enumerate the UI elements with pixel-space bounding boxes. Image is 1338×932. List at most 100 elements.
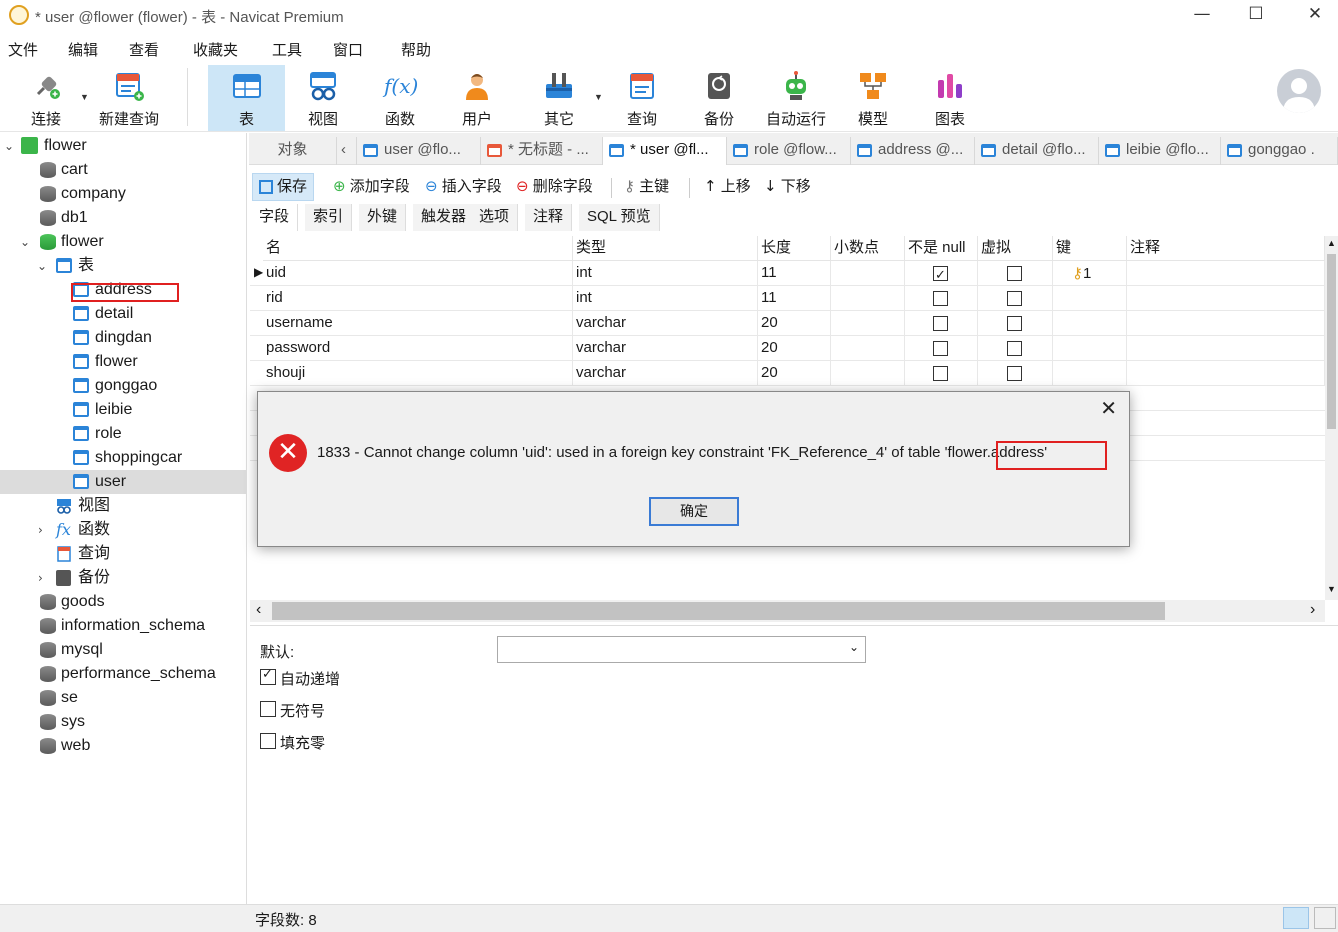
default-select[interactable]: ⌄	[497, 636, 866, 663]
virtual-checkbox[interactable]	[1007, 291, 1022, 306]
tree-db-mysql[interactable]: mysql	[0, 638, 246, 662]
tab-options[interactable]: 选项	[471, 204, 519, 231]
menu-tools[interactable]: 工具	[272, 39, 302, 60]
maximize-button[interactable]: ☐	[1233, 0, 1279, 30]
virtual-checkbox[interactable]	[1007, 341, 1022, 356]
chevron-down-icon[interactable]: ⌄	[20, 230, 30, 254]
ok-button[interactable]: 确定	[649, 497, 739, 526]
tab-leibie[interactable]: leibie @flo...	[1099, 137, 1221, 165]
auto-increment-checkbox[interactable]: ✓	[260, 667, 276, 685]
chevron-right-icon[interactable]: ›	[38, 518, 43, 542]
backup-button[interactable]: 备份	[691, 65, 747, 131]
chevron-down-icon[interactable]: ⌄	[37, 254, 47, 278]
tree-table-dingdan[interactable]: dingdan	[0, 326, 246, 350]
other-button[interactable]: 其它	[530, 65, 588, 131]
zerofill-checkbox[interactable]	[260, 733, 276, 749]
tree-table-role[interactable]: role	[0, 422, 246, 446]
column-header-name[interactable]: 名	[263, 236, 573, 261]
layout-split-icon[interactable]	[1283, 907, 1309, 929]
close-button[interactable]: ✕	[1292, 0, 1338, 30]
table-row[interactable]: shouji varchar 20	[250, 361, 1325, 386]
tree-table-detail[interactable]: detail	[0, 302, 246, 326]
tab-gonggao[interactable]: gonggao .	[1221, 137, 1338, 165]
connect-dropdown-icon[interactable]: ▼	[80, 92, 89, 102]
tree-views-node[interactable]: 视图	[0, 494, 246, 518]
column-header-decimal[interactable]: 小数点	[831, 236, 905, 261]
minimize-button[interactable]: —	[1179, 0, 1225, 30]
tree-functions-node[interactable]: › fx 函数	[0, 518, 246, 542]
virtual-checkbox[interactable]	[1007, 266, 1022, 281]
view-button[interactable]: 视图	[295, 65, 351, 131]
tree-db-flower[interactable]: ⌄ flower	[0, 230, 246, 254]
not-null-checkbox[interactable]	[933, 291, 948, 306]
layout-single-icon[interactable]	[1314, 907, 1336, 929]
insert-field-button[interactable]: ⊖ 插入字段	[425, 173, 502, 201]
tree-tables-node[interactable]: ⌄ 表	[0, 254, 246, 278]
chart-button[interactable]: 图表	[922, 65, 978, 131]
delete-field-button[interactable]: ⊖ 删除字段	[516, 173, 593, 201]
tree-table-user[interactable]: user	[0, 470, 246, 494]
tree-connection-flower[interactable]: ⌄ flower	[0, 134, 246, 158]
tab-comments[interactable]: 注释	[525, 204, 573, 231]
chevron-right-icon[interactable]: ›	[38, 566, 43, 590]
not-null-checkbox[interactable]	[933, 264, 948, 288]
scroll-right-icon[interactable]: ›	[1310, 601, 1315, 619]
column-header-key[interactable]: 键	[1053, 236, 1127, 261]
tree-db-information-schema[interactable]: information_schema	[0, 614, 246, 638]
save-button[interactable]: 保存	[252, 173, 315, 201]
tree-db-company[interactable]: company	[0, 182, 246, 206]
tree-db-web[interactable]: web	[0, 734, 246, 758]
scroll-down-icon[interactable]: ▼	[1327, 584, 1336, 594]
tree-db-cart[interactable]: cart	[0, 158, 246, 182]
other-dropdown-icon[interactable]: ▼	[594, 92, 603, 102]
table-row[interactable]: username varchar 20	[250, 311, 1325, 336]
table-row[interactable]: rid int 11	[250, 286, 1325, 311]
virtual-checkbox[interactable]	[1007, 316, 1022, 331]
chevron-down-icon[interactable]: ⌄	[4, 134, 14, 158]
add-field-button[interactable]: ⊕ 添加字段	[333, 173, 410, 201]
table-button[interactable]: 表	[208, 65, 285, 131]
tab-untitled-query[interactable]: * 无标题 - ...	[481, 137, 603, 165]
tab-fields[interactable]: 字段	[251, 204, 299, 231]
scroll-thumb[interactable]	[1327, 254, 1336, 429]
tree-db-performance-schema[interactable]: performance_schema	[0, 662, 246, 686]
menu-edit[interactable]: 编辑	[68, 39, 98, 60]
tab-user-1[interactable]: user @flo...	[357, 137, 481, 165]
table-row[interactable]: password varchar 20	[250, 336, 1325, 361]
tree-db-se[interactable]: se	[0, 686, 246, 710]
scroll-left-icon[interactable]: ‹	[256, 601, 261, 619]
tree-db-sys[interactable]: sys	[0, 710, 246, 734]
menu-window[interactable]: 窗口	[333, 39, 363, 60]
not-null-checkbox[interactable]	[933, 341, 948, 356]
tab-indexes[interactable]: 索引	[305, 204, 353, 231]
move-down-button[interactable]: ↓ 下移	[764, 173, 811, 201]
tab-sql-preview[interactable]: SQL 预览	[579, 204, 660, 231]
tab-address[interactable]: address @...	[851, 137, 975, 165]
column-header-comment[interactable]: 注释	[1127, 236, 1325, 261]
not-null-checkbox[interactable]	[933, 366, 948, 381]
column-header-type[interactable]: 类型	[573, 236, 758, 261]
avatar[interactable]	[1277, 69, 1321, 113]
unsigned-checkbox[interactable]	[260, 701, 276, 717]
tab-detail[interactable]: detail @flo...	[975, 137, 1099, 165]
menu-favorites[interactable]: 收藏夹	[193, 39, 238, 60]
automation-button[interactable]: 自动运行	[762, 65, 830, 131]
tree-db-goods[interactable]: goods	[0, 590, 246, 614]
query-button[interactable]: 查询	[614, 65, 670, 131]
vertical-scrollbar[interactable]: ▲ ▼	[1325, 236, 1338, 600]
column-header-not-null[interactable]: 不是 null	[905, 236, 978, 261]
new-query-button[interactable]: 新建查询	[96, 65, 162, 131]
horizontal-scrollbar[interactable]: ‹ ›	[250, 600, 1325, 622]
table-row[interactable]: ▶ uid int 11 ⚷1	[250, 261, 1325, 288]
menu-file[interactable]: 文件	[8, 39, 38, 60]
function-button[interactable]: f(x) 函数	[372, 65, 428, 131]
primary-key-button[interactable]: ⚷ 主键	[624, 173, 669, 201]
column-header-length[interactable]: 长度	[758, 236, 831, 261]
model-button[interactable]: 模型	[845, 65, 901, 131]
tree-queries-node[interactable]: 查询	[0, 542, 246, 566]
tab-scroll-left-icon[interactable]: ‹	[337, 137, 357, 165]
menu-view[interactable]: 查看	[129, 39, 159, 60]
not-null-checkbox[interactable]	[933, 316, 948, 331]
tab-user-active[interactable]: * user @fl...	[603, 137, 727, 165]
scroll-up-icon[interactable]: ▲	[1327, 238, 1336, 248]
